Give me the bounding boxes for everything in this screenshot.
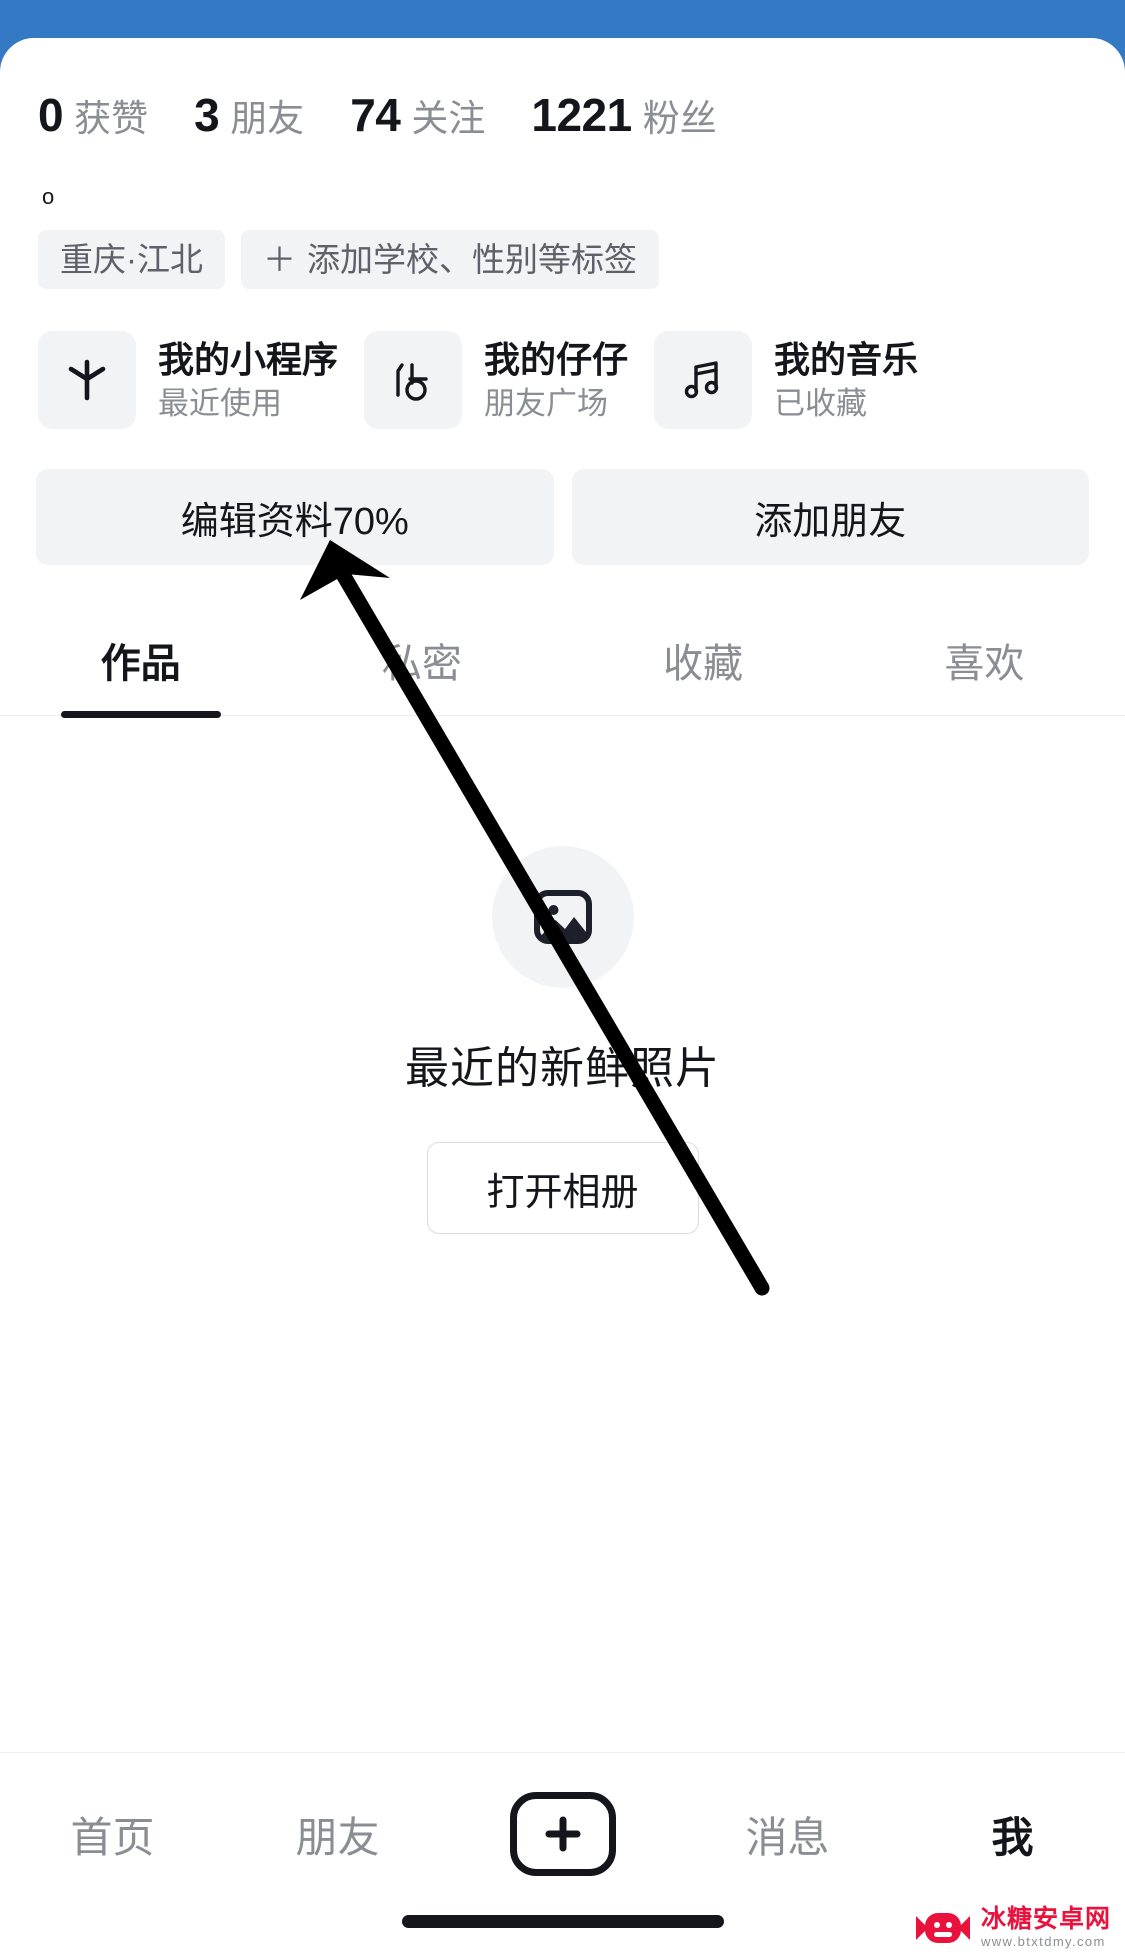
- tab-likes[interactable]: 喜欢: [844, 609, 1125, 715]
- watermark: 冰糖安卓网 www.btxtdmy.com: [912, 1907, 1111, 1948]
- stat-value: 1221: [531, 89, 632, 141]
- empty-state: 最近的新鲜照片 打开相册: [0, 716, 1125, 1234]
- stat-value: 3: [194, 89, 220, 141]
- tag-chip-label: 重庆·江北: [60, 241, 203, 278]
- stat-followers[interactable]: 1221 粉丝: [531, 88, 716, 142]
- quick-cards-row: 我的小程序 最近使用 我的仔仔 朋友广场 我的音乐 已收藏: [0, 289, 1125, 429]
- quick-card-text: 我的仔仔 朋友广场: [484, 338, 629, 421]
- stat-label: 朋友: [230, 98, 305, 139]
- tag-chip-add[interactable]: ＋ 添加学校、性别等标签: [241, 230, 659, 289]
- watermark-url: www.btxtdmy.com: [980, 1934, 1106, 1949]
- stat-friends[interactable]: 3 朋友: [194, 88, 304, 142]
- stat-value: 0: [38, 89, 64, 141]
- stat-label: 获赞: [74, 98, 149, 139]
- profile-bio[interactable]: o: [0, 142, 1125, 208]
- stat-label: 粉丝: [642, 98, 717, 139]
- quick-card-title: 我的仔仔: [484, 338, 629, 380]
- tab-collections[interactable]: 收藏: [563, 609, 844, 715]
- photo-icon: [491, 846, 634, 988]
- plus-icon: ＋: [263, 241, 296, 278]
- stat-value: 74: [350, 89, 401, 141]
- app-root: 0 获赞 3 朋友 74 关注 1221 粉丝 o 重庆·江北 ＋ 添加学校、性…: [0, 0, 1125, 1956]
- quick-card-subtitle: 最近使用: [158, 385, 282, 421]
- quick-card-mini-program[interactable]: 我的小程序 最近使用: [38, 331, 338, 429]
- stat-label: 关注: [411, 98, 486, 139]
- empty-state-title: 最近的新鲜照片: [405, 1044, 720, 1093]
- nav-item-home[interactable]: 首页: [0, 1797, 225, 1871]
- tab-works[interactable]: 作品: [0, 609, 281, 715]
- tag-chip-location[interactable]: 重庆·江北: [38, 230, 225, 289]
- profile-tags-row: 重庆·江北 ＋ 添加学校、性别等标签: [0, 208, 1125, 289]
- watermark-name: 冰糖安卓网: [980, 1905, 1111, 1933]
- plus-icon: [509, 1792, 616, 1876]
- mini-program-icon: [38, 331, 136, 429]
- profile-stats-row: 0 获赞 3 朋友 74 关注 1221 粉丝: [0, 38, 1125, 142]
- profile-actions-row: 编辑资料70% 添加朋友: [0, 429, 1125, 565]
- quick-card-title: 我的小程序: [158, 338, 339, 380]
- quick-card-music[interactable]: 我的音乐 已收藏: [654, 331, 918, 429]
- add-friend-button[interactable]: 添加朋友: [571, 469, 1089, 565]
- nav-item-messages[interactable]: 消息: [675, 1797, 900, 1871]
- nav-item-create[interactable]: [450, 1792, 675, 1876]
- nav-item-me[interactable]: 我: [900, 1797, 1125, 1871]
- candy-gamepad-logo-icon: [915, 1912, 970, 1943]
- quick-card-title: 我的音乐: [774, 338, 919, 380]
- watermark-text: 冰糖安卓网 www.btxtdmy.com: [980, 1905, 1111, 1949]
- nav-item-friends[interactable]: 朋友: [225, 1797, 450, 1871]
- content-tabs: 作品 私密 收藏 喜欢: [0, 609, 1125, 716]
- tag-chip-label: 添加学校、性别等标签: [307, 241, 637, 278]
- stat-likes[interactable]: 0 获赞: [38, 88, 148, 142]
- quick-card-text: 我的小程序 最近使用: [158, 338, 339, 421]
- quick-card-zaizai[interactable]: 我的仔仔 朋友广场: [364, 331, 628, 429]
- stat-following[interactable]: 74 关注: [350, 88, 485, 142]
- quick-card-subtitle: 已收藏: [774, 385, 868, 421]
- tab-private[interactable]: 私密: [281, 609, 562, 715]
- quick-card-subtitle: 朋友广场: [484, 385, 609, 421]
- open-album-button[interactable]: 打开相册: [426, 1142, 699, 1234]
- music-note-icon: [654, 331, 753, 429]
- zaizai-icon: [364, 331, 463, 429]
- quick-card-text: 我的音乐 已收藏: [774, 338, 919, 421]
- edit-profile-button[interactable]: 编辑资料70%: [36, 469, 554, 565]
- home-indicator: [401, 1915, 724, 1928]
- profile-sheet: 0 获赞 3 朋友 74 关注 1221 粉丝 o 重庆·江北 ＋ 添加学校、性…: [0, 38, 1125, 1956]
